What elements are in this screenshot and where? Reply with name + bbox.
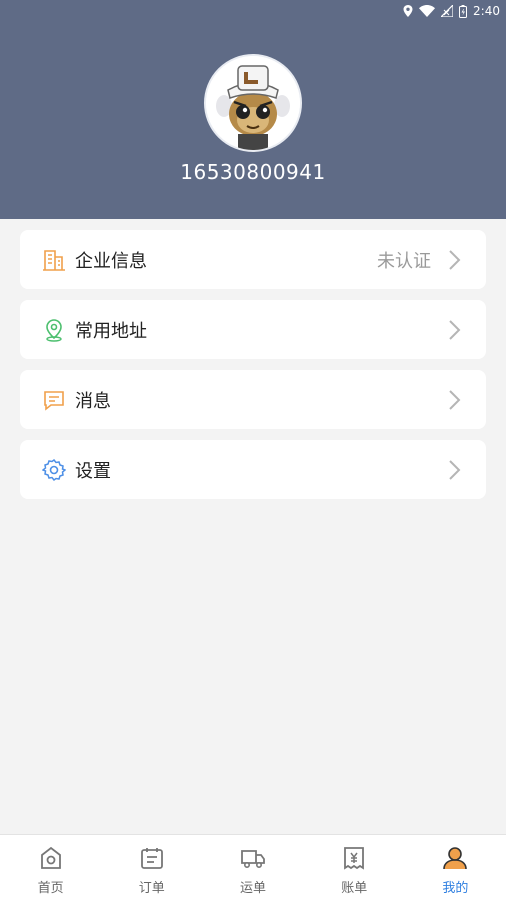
avatar-image — [206, 56, 300, 150]
bottom-tab-bar: 首页 订单 运单 账单 我的 — [0, 834, 506, 900]
tab-home[interactable]: 首页 — [0, 835, 101, 900]
menu-item-label: 消息 — [75, 390, 111, 412]
chevron-right-icon — [448, 249, 462, 271]
profile-icon — [442, 845, 468, 871]
menu-item-messages[interactable]: 消息 — [20, 370, 486, 429]
menu-item-label: 设置 — [75, 460, 111, 482]
tab-mine[interactable]: 我的 — [405, 835, 506, 900]
menu-item-label: 常用地址 — [75, 320, 147, 342]
message-icon — [42, 388, 66, 412]
chevron-right-icon — [448, 389, 462, 411]
menu-item-settings[interactable]: 设置 — [20, 440, 486, 499]
battery-icon — [459, 4, 468, 18]
gear-icon — [41, 458, 67, 482]
menu-item-company-info[interactable]: 企业信息 未认证 — [20, 230, 486, 289]
tab-label: 订单 — [138, 881, 165, 896]
tab-label: 首页 — [37, 881, 64, 896]
certification-status: 未认证 — [377, 250, 431, 272]
location-icon — [403, 5, 413, 17]
tab-bills[interactable]: 账单 — [304, 835, 405, 900]
status-bar: 2:40 — [403, 0, 500, 22]
user-phone: 16530800941 — [180, 160, 326, 184]
wifi-icon — [419, 5, 436, 17]
tab-orders[interactable]: 订单 — [101, 835, 202, 900]
avatar[interactable] — [204, 54, 302, 152]
chevron-right-icon — [448, 459, 462, 481]
tab-label: 账单 — [341, 881, 368, 896]
location-pin-icon — [42, 318, 66, 342]
status-time: 2:40 — [473, 4, 500, 18]
building-icon — [42, 248, 66, 272]
tab-label: 运单 — [240, 881, 267, 896]
bill-icon — [341, 845, 367, 871]
menu-item-common-address[interactable]: 常用地址 — [20, 300, 486, 359]
tab-label: 我的 — [442, 881, 469, 896]
profile-header: 2:40 16530800941 — [0, 0, 506, 219]
no-signal-icon — [441, 5, 454, 17]
tab-waybill[interactable]: 运单 — [202, 835, 303, 900]
menu-item-label: 企业信息 — [75, 250, 147, 272]
order-icon — [139, 845, 165, 871]
home-icon — [38, 845, 64, 871]
truck-icon — [240, 845, 266, 871]
chevron-right-icon — [448, 319, 462, 341]
